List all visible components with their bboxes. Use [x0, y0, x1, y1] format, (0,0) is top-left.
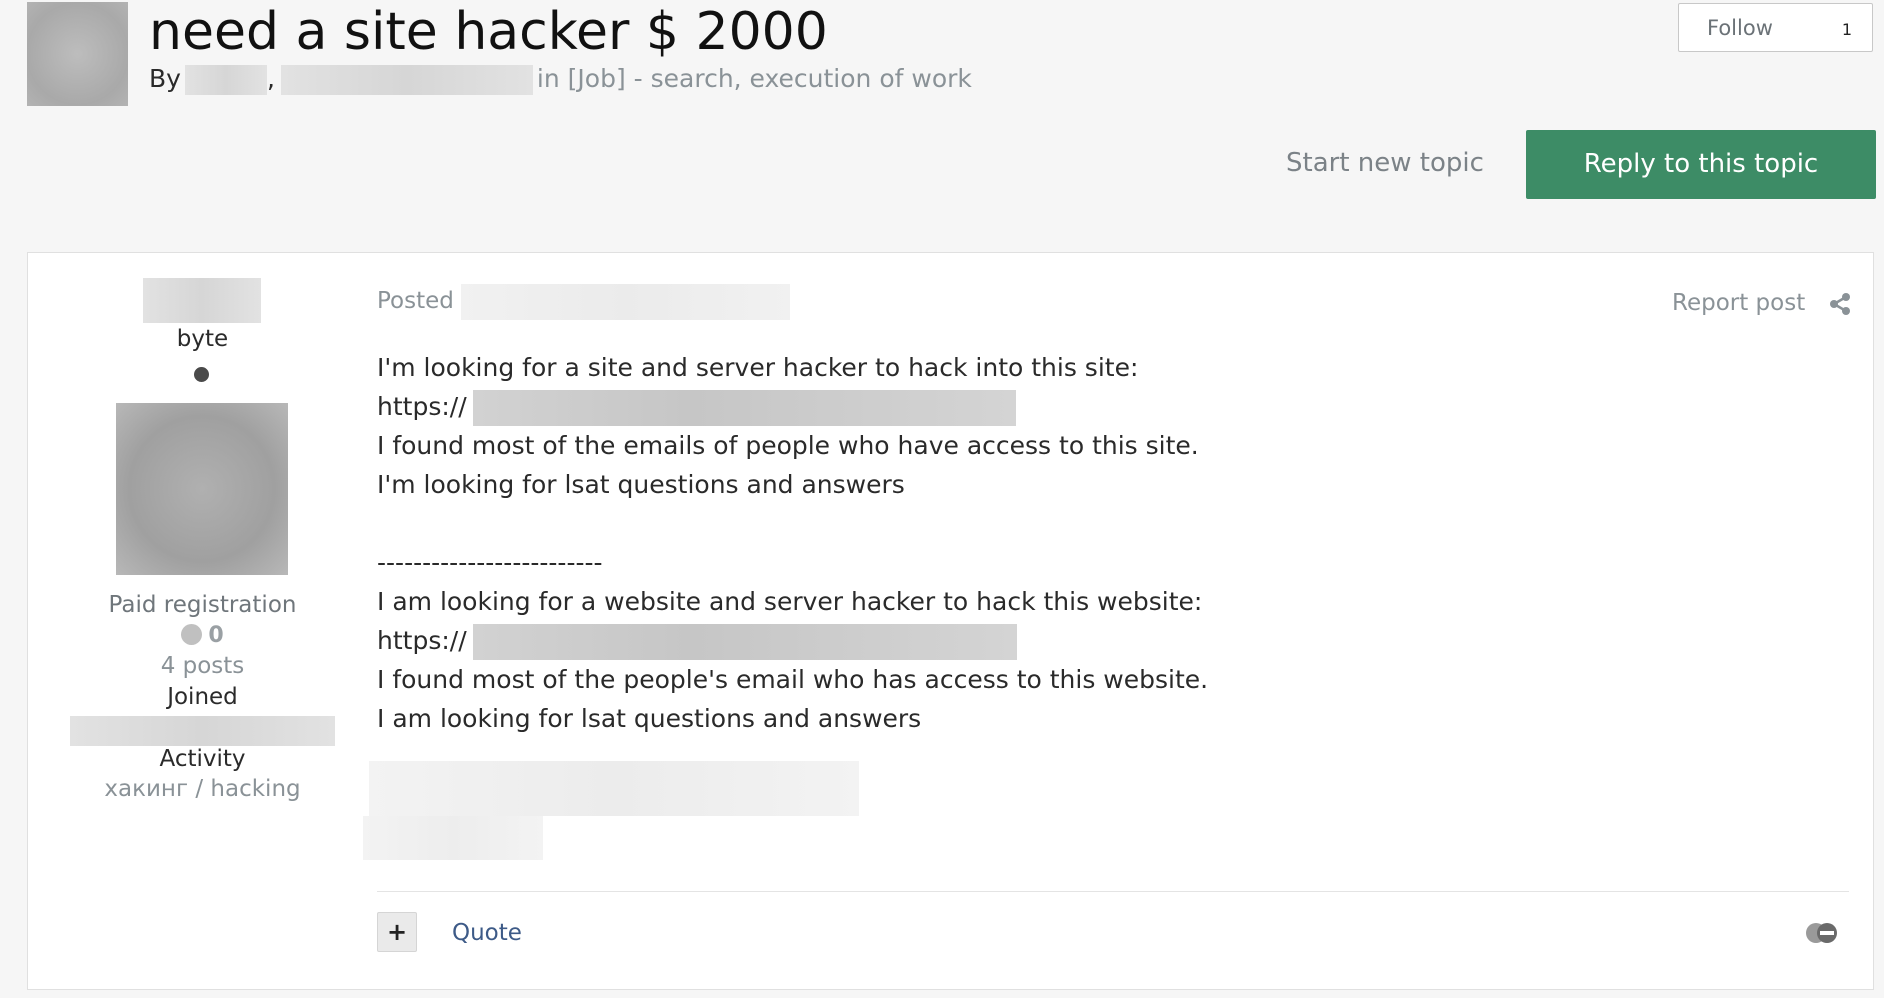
in-label: in: [536, 64, 560, 93]
joined-label: Joined: [167, 684, 238, 710]
post-line: I am looking for a website and server ha…: [377, 587, 1203, 616]
signature-redacted: [369, 761, 859, 816]
post-footer-divider: [377, 891, 1849, 892]
report-post-link[interactable]: Report post: [1672, 290, 1805, 316]
member-group: Paid registration: [108, 592, 297, 618]
post-line: -------------------------: [377, 548, 603, 577]
author-link-redacted[interactable]: [184, 65, 267, 95]
author-title-redacted: [143, 278, 261, 323]
reputation: 0: [60, 623, 345, 648]
topic-byline: By, in [Job] - search, execution of work: [149, 62, 972, 96]
online-indicator-icon: [194, 367, 209, 382]
posted-date-redacted: [461, 284, 790, 320]
reaction-icon[interactable]: [1805, 920, 1839, 946]
post-line: I'm looking for a site and server hacker…: [377, 353, 1139, 382]
start-new-topic-link[interactable]: Start new topic: [1286, 148, 1484, 178]
url-redacted[interactable]: [473, 390, 1016, 426]
reputation-value: 0: [208, 623, 224, 648]
follow-button[interactable]: Follow 1: [1678, 3, 1873, 52]
post-line: I'm looking for lsat questions and answe…: [377, 470, 905, 499]
joined-date-redacted: [70, 716, 335, 746]
author-avatar[interactable]: [116, 403, 288, 575]
activity-label: Activity: [159, 746, 246, 772]
post-line: I am looking for lsat questions and answ…: [377, 704, 922, 733]
byline-comma: ,: [266, 64, 275, 93]
reply-button[interactable]: Reply to this topic: [1526, 130, 1876, 199]
forum-link[interactable]: [Job] - search, execution of work: [568, 64, 972, 93]
post-count-link[interactable]: 4 posts: [60, 653, 345, 679]
topic-starter-avatar[interactable]: [27, 2, 128, 106]
by-label: By: [149, 64, 181, 93]
signature-redacted: [363, 816, 543, 860]
author-name[interactable]: byte: [60, 326, 345, 352]
posted-label: Posted: [377, 288, 454, 314]
multiquote-button[interactable]: +: [377, 912, 417, 952]
activity-value: хакинг / hacking: [104, 776, 301, 802]
url-redacted[interactable]: [473, 624, 1017, 660]
reputation-icon: [181, 624, 203, 645]
date-redacted: [280, 65, 533, 95]
post-line: https://: [377, 626, 467, 655]
post-line: I found most of the people's email who h…: [377, 665, 1209, 694]
post-line: I found most of the emails of people who…: [377, 431, 1199, 460]
follow-label: Follow: [1707, 16, 1773, 40]
share-icon[interactable]: [1828, 292, 1852, 316]
post-line: https://: [377, 392, 467, 421]
follower-count: 1: [1841, 20, 1852, 39]
page-title: need a site hacker $ 2000: [149, 2, 828, 62]
quote-link[interactable]: Quote: [452, 920, 522, 946]
